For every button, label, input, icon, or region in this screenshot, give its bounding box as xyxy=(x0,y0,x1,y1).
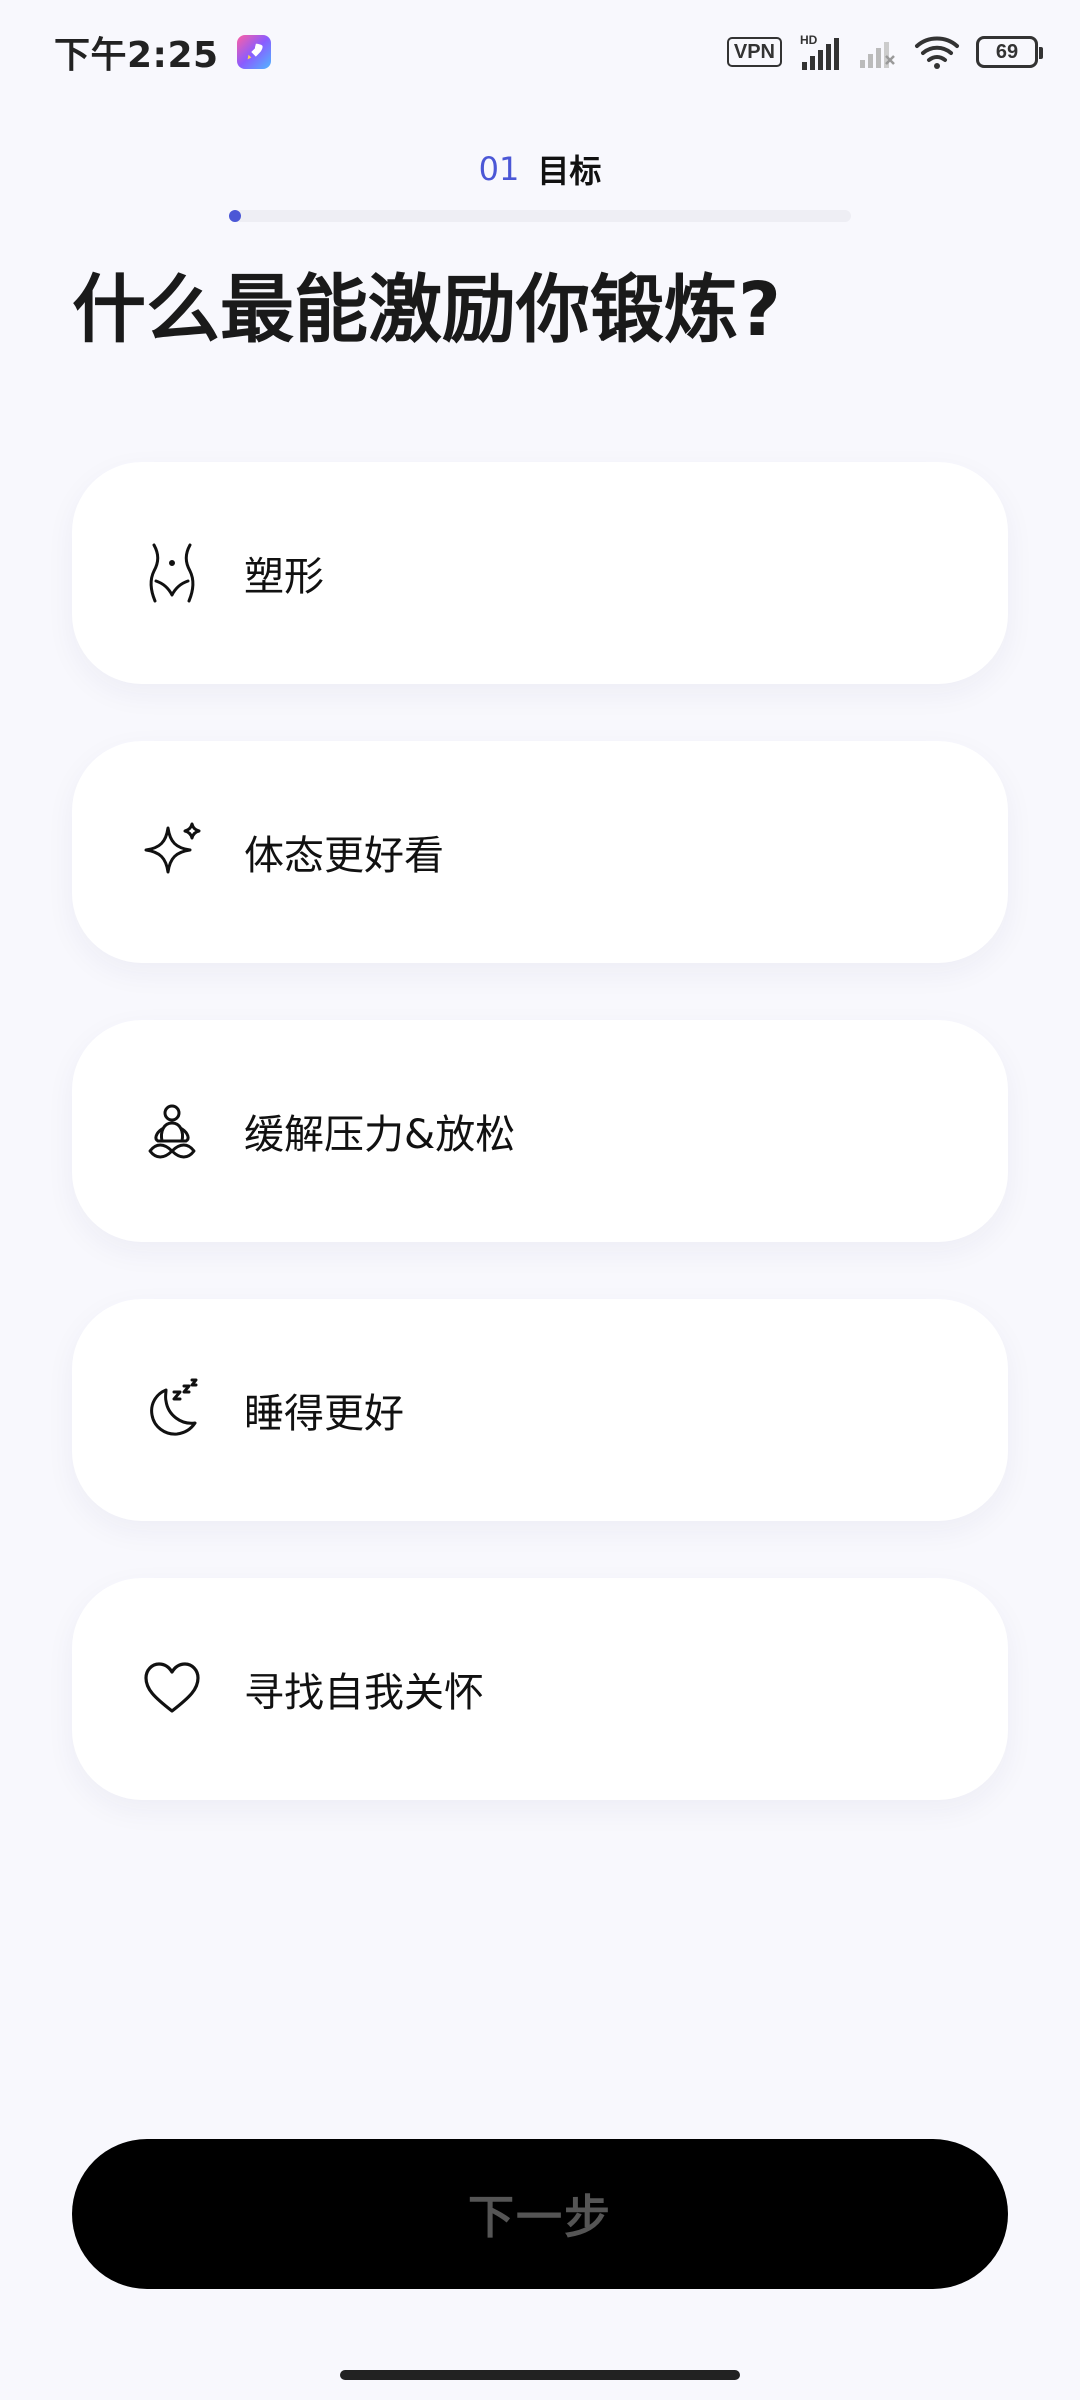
option-label: 塑形 xyxy=(244,554,324,600)
rocket-app-icon xyxy=(236,35,271,69)
status-bar: 下午2:25 VPN HD 69 xyxy=(0,0,1080,104)
screen: 下午2:25 VPN HD 69 01 目标 什么最能激励你锻炼? 塑形 体态更… xyxy=(0,0,1080,2400)
status-left: 下午2:25 xyxy=(54,26,271,78)
progress-bar xyxy=(229,210,851,222)
option-self-care[interactable]: 寻找自我关怀 xyxy=(72,1578,1008,1800)
home-indicator[interactable] xyxy=(340,2370,740,2380)
battery-indicator: 69 xyxy=(976,36,1043,68)
option-shape[interactable]: 塑形 xyxy=(72,462,1008,684)
step-name: 目标 xyxy=(537,152,602,190)
next-button-label: 下一步 xyxy=(468,2191,612,2243)
option-label: 寻找自我关怀 xyxy=(244,1670,484,1716)
progress-fill xyxy=(229,210,242,222)
status-time: 下午2:25 xyxy=(54,35,219,76)
vpn-indicator: VPN xyxy=(726,37,782,67)
page-title: 什么最能激励你锻炼? xyxy=(72,267,781,353)
hd-label: HD xyxy=(800,33,818,47)
option-posture[interactable]: 体态更好看 xyxy=(72,741,1008,963)
option-label: 睡得更好 xyxy=(244,1391,404,1437)
signal-weak-icon xyxy=(860,42,895,68)
status-right: VPN HD 69 xyxy=(726,32,1043,72)
option-label: 缓解压力&放松 xyxy=(244,1112,516,1158)
meditation-icon xyxy=(136,1095,208,1167)
option-relax[interactable]: 缓解压力&放松 xyxy=(72,1020,1008,1242)
heart-icon xyxy=(136,1653,208,1725)
option-list: 塑形 体态更好看 缓解压力&放松 睡得更好 寻找自我关怀 xyxy=(72,462,1008,1857)
option-sleep[interactable]: 睡得更好 xyxy=(72,1299,1008,1521)
sparkle-icon xyxy=(136,816,208,888)
moon-sleep-icon xyxy=(136,1374,208,1446)
next-button[interactable]: 下一步 xyxy=(72,2139,1008,2289)
option-label: 体态更好看 xyxy=(244,833,444,879)
signal-hd-icon: HD xyxy=(800,33,839,70)
waist-icon xyxy=(136,537,208,609)
rocket-icon xyxy=(247,43,263,60)
step-number: 01 xyxy=(478,150,520,188)
step-indicator: 01 目标 xyxy=(0,146,1080,192)
wifi-icon xyxy=(915,36,959,69)
